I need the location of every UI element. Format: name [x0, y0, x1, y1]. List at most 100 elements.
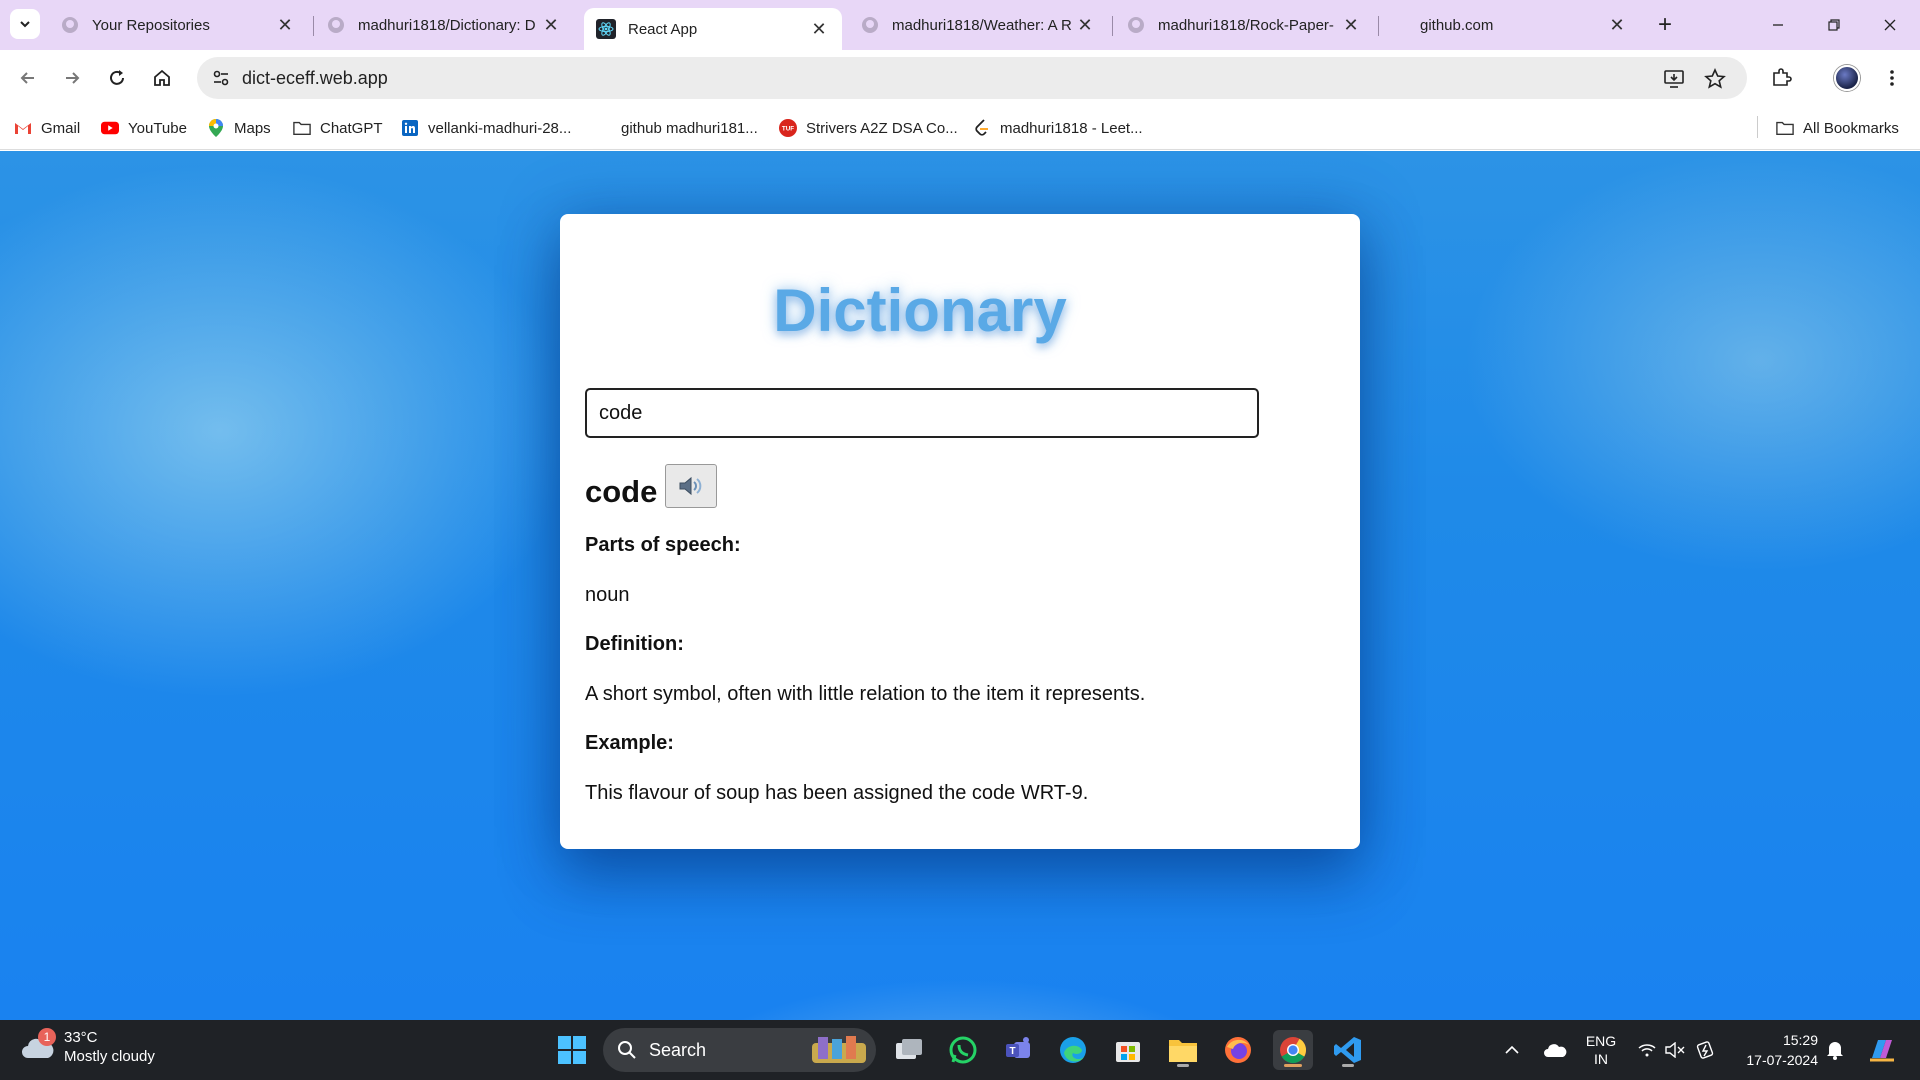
teams-icon: T: [1006, 1037, 1030, 1058]
edge-button[interactable]: [1053, 1030, 1093, 1070]
restore-button[interactable]: [1806, 0, 1862, 50]
reload-button[interactable]: [101, 62, 133, 94]
install-app-icon[interactable]: [1662, 67, 1686, 91]
notification-badge: 1: [38, 1028, 56, 1046]
firefox-button[interactable]: [1218, 1030, 1258, 1070]
youtube-icon: [101, 119, 119, 137]
tab-github[interactable]: github.com ✕: [1380, 8, 1640, 42]
search-icon: [618, 1041, 636, 1059]
teams-button[interactable]: T: [998, 1030, 1038, 1070]
tab-separator: [1378, 16, 1379, 36]
arrow-left-icon: [20, 72, 34, 84]
profile-button[interactable]: [1831, 62, 1863, 94]
language-indicator[interactable]: ENG IN: [1580, 1030, 1622, 1070]
bookmark-maps[interactable]: Maps: [207, 116, 271, 140]
search-input[interactable]: [585, 388, 1259, 438]
tab-search-button[interactable]: [10, 9, 40, 39]
extensions-button[interactable]: [1765, 62, 1797, 94]
bookmark-label: All Bookmarks: [1803, 119, 1899, 137]
home-button[interactable]: [146, 62, 178, 94]
bookmark-all-bookmarks[interactable]: All Bookmarks: [1776, 116, 1899, 140]
firefox-icon: [1225, 1037, 1251, 1063]
close-icon[interactable]: ✕: [1074, 14, 1096, 36]
folder-icon: [293, 119, 311, 137]
chrome-button[interactable]: [1273, 1030, 1313, 1070]
home-icon: [154, 69, 170, 86]
tab-weather-repo[interactable]: madhuri1818/Weather: A R ✕: [848, 8, 1108, 42]
weather-description: Mostly cloudy: [64, 1048, 155, 1065]
bookmark-gmail[interactable]: Gmail: [14, 116, 80, 140]
svg-text:T: T: [1009, 1046, 1015, 1057]
linkedin-icon: [401, 119, 419, 137]
forward-button[interactable]: [56, 62, 88, 94]
bookmark-strivers[interactable]: TUF Strivers A2Z DSA Co...: [779, 116, 958, 140]
wifi-icon: [1638, 1044, 1656, 1057]
minimize-button[interactable]: [1750, 0, 1806, 50]
file-explorer-button[interactable]: [1163, 1030, 1203, 1070]
start-button[interactable]: [552, 1030, 592, 1070]
back-button[interactable]: [12, 62, 44, 94]
vscode-button[interactable]: [1328, 1030, 1368, 1070]
store-button[interactable]: [1108, 1030, 1148, 1070]
wifi-button[interactable]: [1636, 1038, 1658, 1062]
speaker-icon: [679, 476, 702, 496]
tab-strip: Your Repositories ✕ madhuri1818/Dictiona…: [0, 0, 1920, 50]
running-indicator: [1177, 1064, 1189, 1067]
definition-value: A short symbol, often with little relati…: [585, 683, 1146, 705]
folder-icon: [1169, 1040, 1197, 1062]
kebab-menu-icon: [1890, 70, 1894, 86]
show-hidden-icons-button[interactable]: [1500, 1038, 1524, 1062]
search-label: Search: [649, 1039, 707, 1060]
onedrive-button[interactable]: [1540, 1038, 1570, 1062]
bookmark-youtube[interactable]: YouTube: [101, 116, 187, 140]
browser-menu-button[interactable]: [1876, 62, 1908, 94]
close-icon: [1884, 19, 1896, 31]
new-tab-button[interactable]: +: [1650, 10, 1680, 40]
maps-icon: [207, 119, 225, 137]
bookmark-label: vellanki-madhuri-28...: [428, 119, 572, 137]
close-icon[interactable]: ✕: [1606, 14, 1628, 36]
bookmark-github[interactable]: github madhuri181...: [621, 116, 758, 140]
bookmark-chatgpt-folder[interactable]: ChatGPT: [293, 116, 383, 140]
tab-title: React App: [628, 20, 698, 38]
close-icon[interactable]: ✕: [1340, 14, 1362, 36]
taskbar-search[interactable]: Search: [603, 1028, 876, 1072]
bookmark-label: Gmail: [41, 119, 81, 137]
weather-widget[interactable]: 1 33°C Mostly cloudy: [20, 1028, 155, 1066]
address-bar[interactable]: dict-eceff.web.app: [197, 57, 1747, 99]
tab-your-repositories[interactable]: Your Repositories ✕: [48, 8, 308, 42]
whatsapp-button[interactable]: [943, 1030, 983, 1070]
browser-toolbar: dict-eceff.web.app: [0, 50, 1920, 106]
close-window-button[interactable]: [1862, 0, 1918, 50]
github-icon: [860, 15, 880, 35]
pronounce-button[interactable]: [665, 464, 718, 508]
tab-react-app[interactable]: React App ✕: [584, 8, 842, 50]
notifications-button[interactable]: [1824, 1038, 1846, 1062]
dictionary-card: Dictionary code Parts of speech: noun De…: [560, 214, 1360, 849]
copilot-button[interactable]: [1864, 1032, 1900, 1068]
task-view-button[interactable]: [889, 1030, 929, 1070]
battery-button[interactable]: [1694, 1038, 1718, 1062]
tab-rock-paper-repo[interactable]: madhuri1818/Rock-Paper- ✕: [1114, 8, 1374, 42]
close-icon[interactable]: ✕: [808, 18, 830, 40]
definition-label: Definition:: [585, 633, 684, 655]
avatar: [1834, 65, 1860, 91]
puzzle-icon: [1773, 68, 1792, 86]
bookmark-label: YouTube: [128, 119, 187, 137]
cloud-icon: 1: [20, 1028, 56, 1064]
close-icon[interactable]: ✕: [540, 14, 562, 36]
bookmark-star-icon[interactable]: [1703, 67, 1727, 91]
windows-icon: [558, 1036, 586, 1064]
volume-button[interactable]: [1664, 1038, 1686, 1062]
site-settings-icon[interactable]: [211, 68, 231, 88]
bookmark-linkedin[interactable]: vellanki-madhuri-28...: [401, 116, 571, 140]
tab-separator: [1112, 16, 1113, 36]
cloud-icon: [1544, 1044, 1567, 1057]
clock[interactable]: 15:29 17-07-2024: [1738, 1030, 1818, 1070]
reload-icon: [110, 70, 124, 85]
svg-text:TUF: TUF: [782, 126, 794, 133]
bookmark-leetcode[interactable]: madhuri1818 - Leet...: [973, 116, 1143, 140]
tab-dictionary-repo[interactable]: madhuri1818/Dictionary: D ✕: [314, 8, 574, 42]
folder-icon: [1776, 119, 1794, 137]
close-icon[interactable]: ✕: [274, 14, 296, 36]
